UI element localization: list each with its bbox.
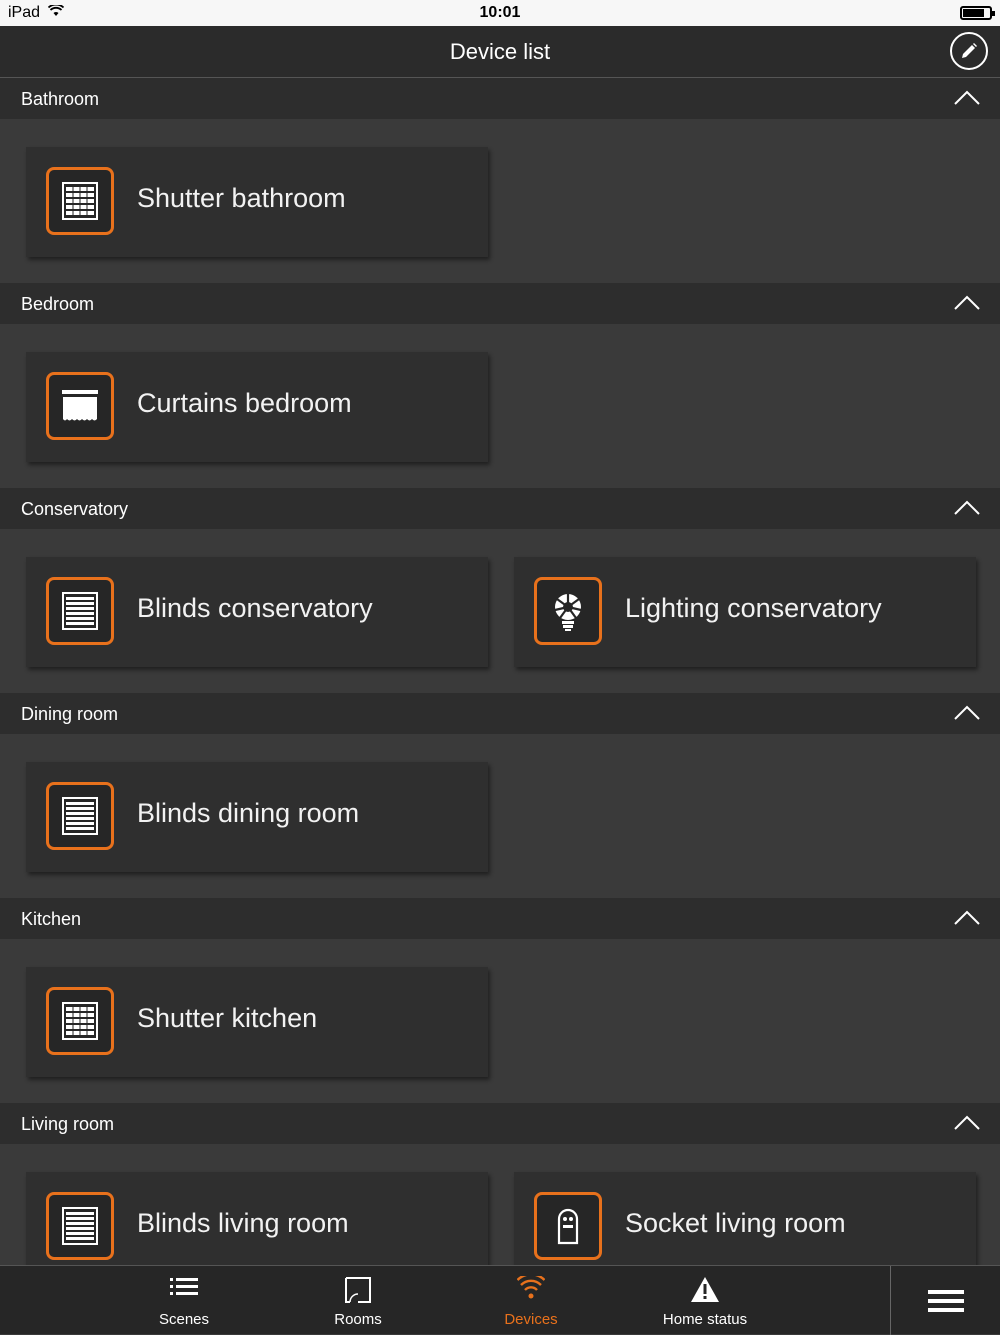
device-label: Shutter kitchen xyxy=(137,1003,318,1033)
tab-devices[interactable]: Devices xyxy=(444,1266,618,1335)
device-tile-socket-living-room[interactable]: Socket living room xyxy=(514,1172,976,1265)
device-tile-blinds-living-room[interactable]: Blinds living room xyxy=(26,1172,488,1265)
tab-scenes[interactable]: Scenes xyxy=(97,1266,271,1335)
tab-label: Scenes xyxy=(158,1311,210,1328)
chevron-up-icon[interactable] xyxy=(954,90,980,106)
title-bar: Device list xyxy=(0,26,1000,78)
section-label: Kitchen xyxy=(21,909,82,929)
page-title: Device list xyxy=(449,39,551,64)
device-label: Blinds conservatory xyxy=(137,593,373,623)
device-label: Blinds dining room xyxy=(137,798,360,828)
shutter-icon xyxy=(46,987,114,1055)
section-label: Dining room xyxy=(21,704,119,724)
lightbulb-icon xyxy=(534,577,602,645)
menu-button[interactable] xyxy=(890,1266,1000,1335)
section-header-kitchen[interactable]: Kitchen xyxy=(0,898,1000,939)
chevron-up-icon[interactable] xyxy=(954,295,980,311)
tab-label: Home status xyxy=(662,1311,748,1328)
blinds-icon xyxy=(46,1192,114,1260)
section-label: Conservatory xyxy=(21,499,129,519)
device-tile-lighting-conservatory[interactable]: Lighting conservatory xyxy=(514,557,976,667)
wifi-icon xyxy=(517,1276,545,1299)
chevron-up-icon[interactable] xyxy=(954,705,980,721)
section-label: Bedroom xyxy=(21,294,95,314)
section-body-kitchen: Shutter kitchen xyxy=(0,939,1000,1103)
section-body-conservatory: Blinds conservatory Lighting conservator… xyxy=(0,529,1000,693)
chevron-up-icon[interactable] xyxy=(954,500,980,516)
list-icon xyxy=(170,1278,198,1295)
chevron-up-icon[interactable] xyxy=(954,1115,980,1131)
section-header-bathroom[interactable]: Bathroom xyxy=(0,78,1000,119)
tab-rooms[interactable]: Rooms xyxy=(271,1266,445,1335)
device-list[interactable]: Bathroom Shutter bathroom Bedroom Curtai… xyxy=(0,78,1000,1265)
section-body-dining-room: Blinds dining room xyxy=(0,734,1000,898)
device-label: Lighting conservatory xyxy=(625,593,882,623)
curtains-icon xyxy=(46,372,114,440)
tab-home-status[interactable]: Home status xyxy=(618,1266,792,1335)
device-tile-shutter-bathroom[interactable]: Shutter bathroom xyxy=(26,147,488,257)
section-header-bedroom[interactable]: Bedroom xyxy=(0,283,1000,324)
device-tile-blinds-conservatory[interactable]: Blinds conservatory xyxy=(26,557,488,667)
section-body-bathroom: Shutter bathroom xyxy=(0,119,1000,283)
edit-button[interactable] xyxy=(950,32,988,70)
socket-icon xyxy=(534,1192,602,1260)
shutter-icon xyxy=(46,167,114,235)
tab-label: Devices xyxy=(504,1311,558,1328)
device-tile-curtains-bedroom[interactable]: Curtains bedroom xyxy=(26,352,488,462)
blinds-icon xyxy=(46,782,114,850)
status-time: 10:01 xyxy=(479,4,521,21)
device-tile-blinds-dining-room[interactable]: Blinds dining room xyxy=(26,762,488,872)
tab-label: Rooms xyxy=(334,1311,382,1328)
section-body-bedroom: Curtains bedroom xyxy=(0,324,1000,488)
section-label: Bathroom xyxy=(21,89,100,109)
device-label: Curtains bedroom xyxy=(137,388,352,418)
device-label: Blinds living room xyxy=(137,1208,349,1238)
tab-bar: Scenes Rooms Devices Home status xyxy=(0,1265,1000,1335)
device-label: Socket living room xyxy=(625,1208,846,1238)
chevron-up-icon[interactable] xyxy=(954,910,980,926)
section-label: Living room xyxy=(21,1114,115,1134)
section-header-conservatory[interactable]: Conservatory xyxy=(0,488,1000,529)
section-header-living-room[interactable]: Living room xyxy=(0,1103,1000,1144)
room-icon xyxy=(345,1277,371,1303)
battery-icon xyxy=(960,6,995,20)
device-label: Shutter bathroom xyxy=(137,183,346,213)
section-body-living-room: Blinds living room Socket living room xyxy=(0,1144,1000,1265)
hamburger-menu-icon xyxy=(927,1289,964,1312)
device-tile-shutter-kitchen[interactable]: Shutter kitchen xyxy=(26,967,488,1077)
section-header-dining-room[interactable]: Dining room xyxy=(0,693,1000,734)
warning-icon xyxy=(691,1277,719,1302)
status-bar: iPad 10:01 xyxy=(0,0,1000,26)
blinds-icon xyxy=(46,577,114,645)
pencil-icon xyxy=(962,43,977,58)
